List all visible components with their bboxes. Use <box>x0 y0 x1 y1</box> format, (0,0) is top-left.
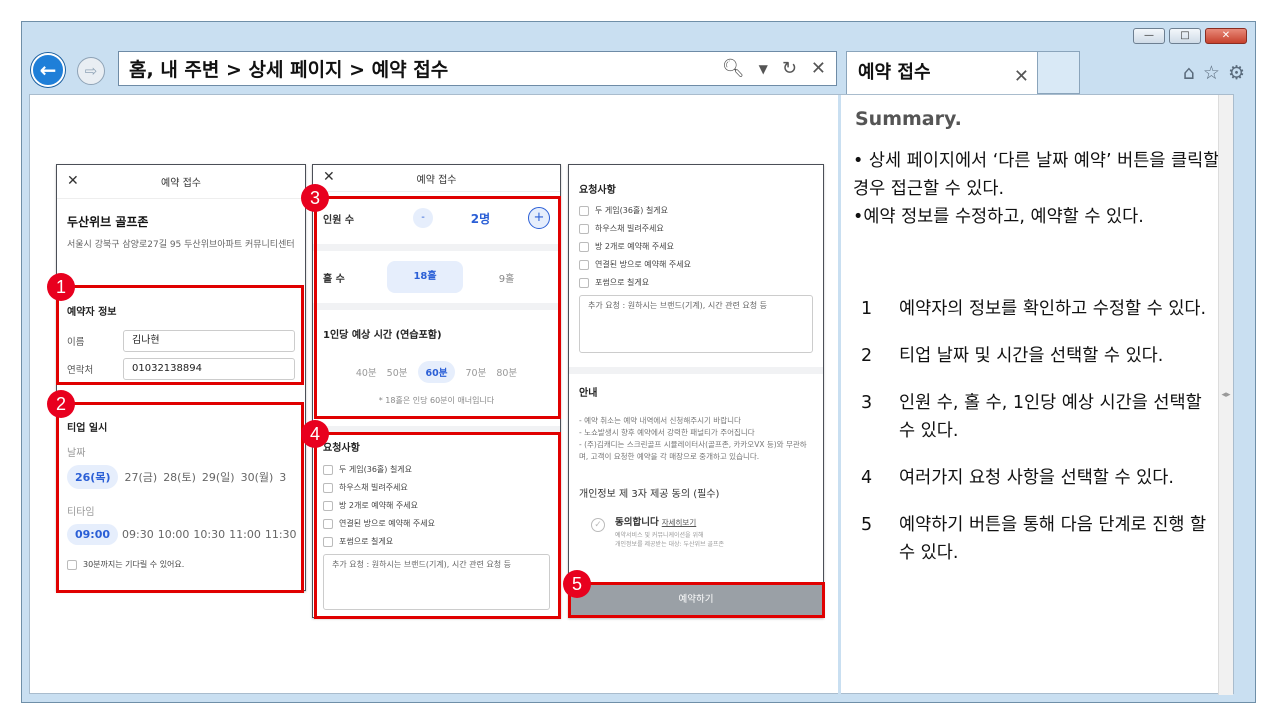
highlight-box-3 <box>314 196 561 419</box>
agree-sub: 개인정보를 제공받는 대상: 두산위브 골프존 <box>615 541 725 548</box>
step-number: 3 <box>861 393 873 413</box>
close-icon[interactable]: ✕ <box>323 169 335 185</box>
screen2-title: 예약 접수 <box>416 174 457 186</box>
checkbox-icon <box>579 241 589 252</box>
badge-4: 4 <box>301 420 329 448</box>
notice-text: - 노쇼발생시 향후 예약에서 강력한 패널티가 주어집니다 <box>579 428 755 437</box>
notice-section: 안내 - 예약 취소는 예약 내역에서 신청해주시기 바랍니다 - 노쇼발생시 … <box>569 374 823 548</box>
refresh-icon[interactable]: ↻ <box>782 58 797 79</box>
venue-name: 두산위브 골프존 <box>67 215 149 229</box>
highlight-box-2 <box>56 402 304 593</box>
request-title: 요청사항 <box>579 185 616 196</box>
highlight-box-4 <box>314 432 561 619</box>
browser-window: — □ ✕ ← ⇨ 홈, 내 주변 > 상세 페이지 > 예약 접수 🔍︎ ▼ … <box>21 21 1256 703</box>
step-item: 2 티업 날짜 및 시간을 선택할 수 있다. <box>853 342 1223 370</box>
request-checkbox[interactable]: 방 2개로 예약해 주세요 <box>579 241 813 252</box>
close-window-button[interactable]: ✕ <box>1205 28 1247 44</box>
page-content: ✕ 예약 접수 두산위브 골프존 서울시 강북구 삼양로27길 95 두산위브아… <box>29 94 1234 695</box>
address-text: 홈, 내 주변 > 상세 페이지 > 예약 접수 <box>129 59 449 81</box>
checkbox-icon <box>579 223 589 234</box>
step-text: 예약자의 정보를 확인하고 수정할 수 있다. <box>899 299 1207 319</box>
check-circle-icon: ✓ <box>591 518 605 532</box>
checkbox-icon <box>579 277 589 288</box>
address-bar[interactable]: 홈, 내 주변 > 상세 페이지 > 예약 접수 🔍︎ ▼ ↻ ✕ <box>118 51 837 86</box>
star-icon[interactable]: ☆ <box>1203 62 1220 84</box>
consent-title: 개인정보 제 3자 제공 동의 (필수) <box>579 489 720 500</box>
request-label: 포썸으로 칠게요 <box>595 278 650 287</box>
step-list: 1 예약자의 정보를 확인하고 수정할 수 있다. 2 티업 날짜 및 시간을 선택… <box>853 295 1223 586</box>
tab-close-icon[interactable]: ✕ <box>1014 66 1029 87</box>
request-checkbox[interactable]: 연결된 방으로 예약해 주세요 <box>579 259 813 270</box>
badge-3: 3 <box>301 184 329 212</box>
close-icon[interactable]: ✕ <box>811 58 826 79</box>
request-label: 연결된 방으로 예약해 주세요 <box>595 260 691 269</box>
arrow-right-icon: ⇨ <box>84 62 98 80</box>
request-label: 하우스채 빌려주세요 <box>595 224 664 233</box>
badge-1: 1 <box>47 273 75 301</box>
summary-text: • 상세 페이지에서 ‘다른 날짜 예약’ 버튼을 클릭할 경우 접근할 수 있… <box>853 147 1223 231</box>
home-icon[interactable]: ⌂ <box>1183 62 1195 84</box>
summary-line: •예약 정보를 수정하고, 예약할 수 있다. <box>853 207 1144 227</box>
step-item: 4 여러가지 요청 사항을 선택할 수 있다. <box>853 464 1223 492</box>
screen1-title: 예약 접수 <box>161 178 201 189</box>
highlight-box-1 <box>56 285 304 385</box>
notice-text: - (주)김캐디는 스크린골프 시뮬레이터사(골프존, 카카오VX 등)와 무관… <box>579 440 807 461</box>
checkbox-icon <box>579 205 589 216</box>
request-label: 방 2개로 예약해 주세요 <box>595 242 674 251</box>
badge-5: 5 <box>563 570 591 598</box>
mockup-screen-3: 요청사항 두 게임(36홀) 칠게요 하우스채 빌려주세요 방 2개로 예약해 … <box>568 164 824 618</box>
notice-text: - 예약 취소는 예약 내역에서 신청해주시기 바랍니다 <box>579 416 741 425</box>
maximize-button[interactable]: □ <box>1169 28 1201 44</box>
screen1-header: ✕ 예약 접수 <box>57 165 305 199</box>
step-text: 인원 수, 홀 수, 1인당 예상 시간을 선택할 수 있다. <box>899 393 1202 441</box>
step-number: 1 <box>861 299 873 319</box>
detail-link[interactable]: 자세히보기 <box>662 518 697 527</box>
close-icon[interactable]: ✕ <box>67 173 79 189</box>
request-checkbox[interactable]: 포썸으로 칠게요 <box>579 277 813 288</box>
step-item: 1 예약자의 정보를 확인하고 수정할 수 있다. <box>853 295 1223 323</box>
step-number: 5 <box>861 515 873 535</box>
notice-title: 안내 <box>579 388 598 399</box>
window-controls: — □ ✕ <box>1133 28 1247 44</box>
consent-row[interactable]: ✓ 동의합니다 자세히보기 예약서비스 및 커뮤니케이션을 위해 개인정보를 제… <box>591 514 813 548</box>
scroll-arrows-icon: ◂▸ <box>1221 390 1231 400</box>
back-button[interactable]: ← <box>31 53 65 87</box>
new-tab-button[interactable] <box>1038 51 1080 94</box>
step-text: 티업 날짜 및 시간을 선택할 수 있다. <box>899 346 1164 366</box>
checkbox-icon <box>579 259 589 270</box>
venue-address: 서울시 강북구 삼양로27길 95 두산위브아파트 커뮤니티센터 <box>67 240 295 250</box>
pane-scrollbar[interactable]: ◂▸ <box>1218 95 1233 695</box>
highlight-box-5 <box>568 582 825 618</box>
request-checkbox[interactable]: 두 게임(36홀) 칠게요 <box>579 205 813 216</box>
request-checkbox[interactable]: 하우스채 빌려주세요 <box>579 223 813 234</box>
minimize-button[interactable]: — <box>1133 28 1165 44</box>
summary-title: Summary. <box>855 108 962 130</box>
agree-label: 동의합니다 <box>615 517 659 528</box>
separator <box>569 367 823 374</box>
pane-divider[interactable] <box>838 95 841 695</box>
arrow-left-icon: ← <box>39 58 57 82</box>
step-item: 3 인원 수, 홀 수, 1인당 예상 시간을 선택할 수 있다. <box>853 389 1223 445</box>
summary-line: • 상세 페이지에서 ‘다른 날짜 예약’ 버튼을 클릭할 경우 접근할 수 있… <box>853 151 1220 199</box>
step-item: 5 예약하기 버튼을 통해 다음 단계로 진행 할 수 있다. <box>853 511 1223 567</box>
step-number: 4 <box>861 468 873 488</box>
gear-icon[interactable]: ⚙ <box>1228 62 1245 84</box>
screen2-header: ✕ 예약 접수 <box>313 165 560 192</box>
badge-2: 2 <box>47 390 75 418</box>
browser-toolbar-icons: ⌂ ☆ ⚙ <box>1183 62 1245 84</box>
tab-title: 예약 접수 <box>858 62 931 83</box>
dropdown-icon[interactable]: ▼ <box>759 62 768 76</box>
tab-reservation[interactable]: 예약 접수 ✕ <box>846 51 1038 94</box>
request-textarea[interactable]: 추가 요청 : 원하시는 브랜드(기계), 시간 관련 요청 등 <box>579 295 813 353</box>
step-number: 2 <box>861 346 873 366</box>
agree-sub: 예약서비스 및 커뮤니케이션을 위해 <box>615 532 704 539</box>
step-text: 여러가지 요청 사항을 선택할 수 있다. <box>899 468 1174 488</box>
step-text: 예약하기 버튼을 통해 다음 단계로 진행 할 수 있다. <box>899 515 1207 563</box>
forward-button[interactable]: ⇨ <box>77 57 105 85</box>
request-section: 요청사항 두 게임(36홀) 칠게요 하우스채 빌려주세요 방 2개로 예약해 … <box>569 165 823 353</box>
request-label: 두 게임(36홀) 칠게요 <box>595 206 669 215</box>
search-icon[interactable]: 🔍︎ <box>722 58 745 79</box>
